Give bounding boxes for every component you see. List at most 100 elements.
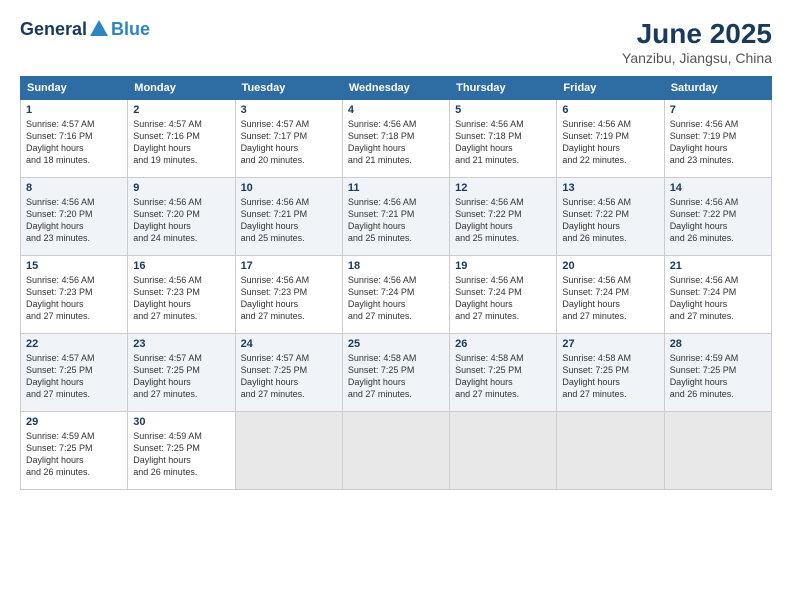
day-number: 23 (133, 338, 229, 350)
day-info: Sunrise: 4:56 AM Sunset: 7:20 PM Dayligh… (133, 196, 229, 245)
day-info: Sunrise: 4:56 AM Sunset: 7:24 PM Dayligh… (562, 274, 658, 323)
logo-blue: Blue (111, 19, 150, 40)
calendar-cell: 10 Sunrise: 4:56 AM Sunset: 7:21 PM Dayl… (235, 178, 342, 256)
calendar-cell: 13 Sunrise: 4:56 AM Sunset: 7:22 PM Dayl… (557, 178, 664, 256)
day-info: Sunrise: 4:56 AM Sunset: 7:23 PM Dayligh… (241, 274, 337, 323)
day-number: 13 (562, 182, 658, 194)
day-number: 10 (241, 182, 337, 194)
day-number: 2 (133, 104, 229, 116)
calendar-row-4: 22 Sunrise: 4:57 AM Sunset: 7:25 PM Dayl… (21, 334, 772, 412)
calendar-row-2: 8 Sunrise: 4:56 AM Sunset: 7:20 PM Dayli… (21, 178, 772, 256)
day-number: 11 (348, 182, 444, 194)
day-info: Sunrise: 4:57 AM Sunset: 7:25 PM Dayligh… (241, 352, 337, 401)
day-number: 28 (670, 338, 766, 350)
day-number: 26 (455, 338, 551, 350)
day-number: 9 (133, 182, 229, 194)
calendar-cell: 26 Sunrise: 4:58 AM Sunset: 7:25 PM Dayl… (450, 334, 557, 412)
header-cell-monday: Monday (128, 77, 235, 100)
logo-text: General Blue (20, 18, 150, 40)
calendar-header-row: SundayMondayTuesdayWednesdayThursdayFrid… (21, 77, 772, 100)
day-number: 8 (26, 182, 122, 194)
header-cell-saturday: Saturday (664, 77, 771, 100)
calendar-cell: 30 Sunrise: 4:59 AM Sunset: 7:25 PM Dayl… (128, 412, 235, 490)
day-number: 3 (241, 104, 337, 116)
logo: General Blue (20, 18, 150, 40)
day-number: 25 (348, 338, 444, 350)
calendar-cell: 14 Sunrise: 4:56 AM Sunset: 7:22 PM Dayl… (664, 178, 771, 256)
day-info: Sunrise: 4:56 AM Sunset: 7:18 PM Dayligh… (348, 118, 444, 167)
calendar-cell: 15 Sunrise: 4:56 AM Sunset: 7:23 PM Dayl… (21, 256, 128, 334)
calendar-cell: 19 Sunrise: 4:56 AM Sunset: 7:24 PM Dayl… (450, 256, 557, 334)
day-info: Sunrise: 4:56 AM Sunset: 7:22 PM Dayligh… (670, 196, 766, 245)
calendar-cell: 25 Sunrise: 4:58 AM Sunset: 7:25 PM Dayl… (342, 334, 449, 412)
day-info: Sunrise: 4:58 AM Sunset: 7:25 PM Dayligh… (455, 352, 551, 401)
day-info: Sunrise: 4:56 AM Sunset: 7:23 PM Dayligh… (26, 274, 122, 323)
day-info: Sunrise: 4:56 AM Sunset: 7:24 PM Dayligh… (455, 274, 551, 323)
calendar-title: June 2025 (622, 18, 772, 50)
day-info: Sunrise: 4:56 AM Sunset: 7:21 PM Dayligh… (348, 196, 444, 245)
calendar-cell: 2 Sunrise: 4:57 AM Sunset: 7:16 PM Dayli… (128, 100, 235, 178)
day-info: Sunrise: 4:56 AM Sunset: 7:24 PM Dayligh… (348, 274, 444, 323)
day-number: 17 (241, 260, 337, 272)
calendar-cell: 21 Sunrise: 4:56 AM Sunset: 7:24 PM Dayl… (664, 256, 771, 334)
day-info: Sunrise: 4:56 AM Sunset: 7:19 PM Dayligh… (562, 118, 658, 167)
calendar-cell: 28 Sunrise: 4:59 AM Sunset: 7:25 PM Dayl… (664, 334, 771, 412)
day-info: Sunrise: 4:56 AM Sunset: 7:18 PM Dayligh… (455, 118, 551, 167)
day-number: 6 (562, 104, 658, 116)
calendar-cell (664, 412, 771, 490)
day-info: Sunrise: 4:59 AM Sunset: 7:25 PM Dayligh… (26, 430, 122, 479)
calendar-table: SundayMondayTuesdayWednesdayThursdayFrid… (20, 76, 772, 490)
calendar-cell: 17 Sunrise: 4:56 AM Sunset: 7:23 PM Dayl… (235, 256, 342, 334)
calendar-cell: 6 Sunrise: 4:56 AM Sunset: 7:19 PM Dayli… (557, 100, 664, 178)
page: General Blue June 2025 Yanzibu, Jiangsu,… (0, 0, 792, 612)
day-info: Sunrise: 4:56 AM Sunset: 7:22 PM Dayligh… (455, 196, 551, 245)
day-number: 22 (26, 338, 122, 350)
calendar-row-1: 1 Sunrise: 4:57 AM Sunset: 7:16 PM Dayli… (21, 100, 772, 178)
title-block: June 2025 Yanzibu, Jiangsu, China (622, 18, 772, 66)
day-info: Sunrise: 4:57 AM Sunset: 7:17 PM Dayligh… (241, 118, 337, 167)
header-cell-wednesday: Wednesday (342, 77, 449, 100)
day-info: Sunrise: 4:56 AM Sunset: 7:19 PM Dayligh… (670, 118, 766, 167)
calendar-row-3: 15 Sunrise: 4:56 AM Sunset: 7:23 PM Dayl… (21, 256, 772, 334)
day-info: Sunrise: 4:58 AM Sunset: 7:25 PM Dayligh… (348, 352, 444, 401)
calendar-cell: 29 Sunrise: 4:59 AM Sunset: 7:25 PM Dayl… (21, 412, 128, 490)
day-number: 5 (455, 104, 551, 116)
calendar-cell: 4 Sunrise: 4:56 AM Sunset: 7:18 PM Dayli… (342, 100, 449, 178)
day-info: Sunrise: 4:57 AM Sunset: 7:16 PM Dayligh… (26, 118, 122, 167)
day-number: 29 (26, 416, 122, 428)
calendar-cell: 22 Sunrise: 4:57 AM Sunset: 7:25 PM Dayl… (21, 334, 128, 412)
day-number: 14 (670, 182, 766, 194)
day-info: Sunrise: 4:58 AM Sunset: 7:25 PM Dayligh… (562, 352, 658, 401)
header-cell-sunday: Sunday (21, 77, 128, 100)
calendar-cell: 3 Sunrise: 4:57 AM Sunset: 7:17 PM Dayli… (235, 100, 342, 178)
day-number: 4 (348, 104, 444, 116)
calendar-cell (450, 412, 557, 490)
day-number: 27 (562, 338, 658, 350)
calendar-cell: 27 Sunrise: 4:58 AM Sunset: 7:25 PM Dayl… (557, 334, 664, 412)
day-info: Sunrise: 4:57 AM Sunset: 7:16 PM Dayligh… (133, 118, 229, 167)
day-info: Sunrise: 4:59 AM Sunset: 7:25 PM Dayligh… (670, 352, 766, 401)
day-info: Sunrise: 4:56 AM Sunset: 7:22 PM Dayligh… (562, 196, 658, 245)
calendar-cell: 18 Sunrise: 4:56 AM Sunset: 7:24 PM Dayl… (342, 256, 449, 334)
calendar-cell: 23 Sunrise: 4:57 AM Sunset: 7:25 PM Dayl… (128, 334, 235, 412)
calendar-cell: 12 Sunrise: 4:56 AM Sunset: 7:22 PM Dayl… (450, 178, 557, 256)
header: General Blue June 2025 Yanzibu, Jiangsu,… (20, 18, 772, 66)
header-cell-friday: Friday (557, 77, 664, 100)
calendar-cell: 20 Sunrise: 4:56 AM Sunset: 7:24 PM Dayl… (557, 256, 664, 334)
calendar-subtitle: Yanzibu, Jiangsu, China (622, 50, 772, 66)
day-info: Sunrise: 4:56 AM Sunset: 7:21 PM Dayligh… (241, 196, 337, 245)
logo-general: General (20, 19, 87, 40)
day-info: Sunrise: 4:56 AM Sunset: 7:23 PM Dayligh… (133, 274, 229, 323)
day-number: 24 (241, 338, 337, 350)
calendar-row-5: 29 Sunrise: 4:59 AM Sunset: 7:25 PM Dayl… (21, 412, 772, 490)
day-number: 20 (562, 260, 658, 272)
logo-icon (88, 18, 110, 40)
day-number: 21 (670, 260, 766, 272)
header-cell-tuesday: Tuesday (235, 77, 342, 100)
calendar-cell: 16 Sunrise: 4:56 AM Sunset: 7:23 PM Dayl… (128, 256, 235, 334)
calendar-cell: 24 Sunrise: 4:57 AM Sunset: 7:25 PM Dayl… (235, 334, 342, 412)
day-info: Sunrise: 4:56 AM Sunset: 7:20 PM Dayligh… (26, 196, 122, 245)
day-info: Sunrise: 4:57 AM Sunset: 7:25 PM Dayligh… (133, 352, 229, 401)
day-number: 15 (26, 260, 122, 272)
day-info: Sunrise: 4:59 AM Sunset: 7:25 PM Dayligh… (133, 430, 229, 479)
